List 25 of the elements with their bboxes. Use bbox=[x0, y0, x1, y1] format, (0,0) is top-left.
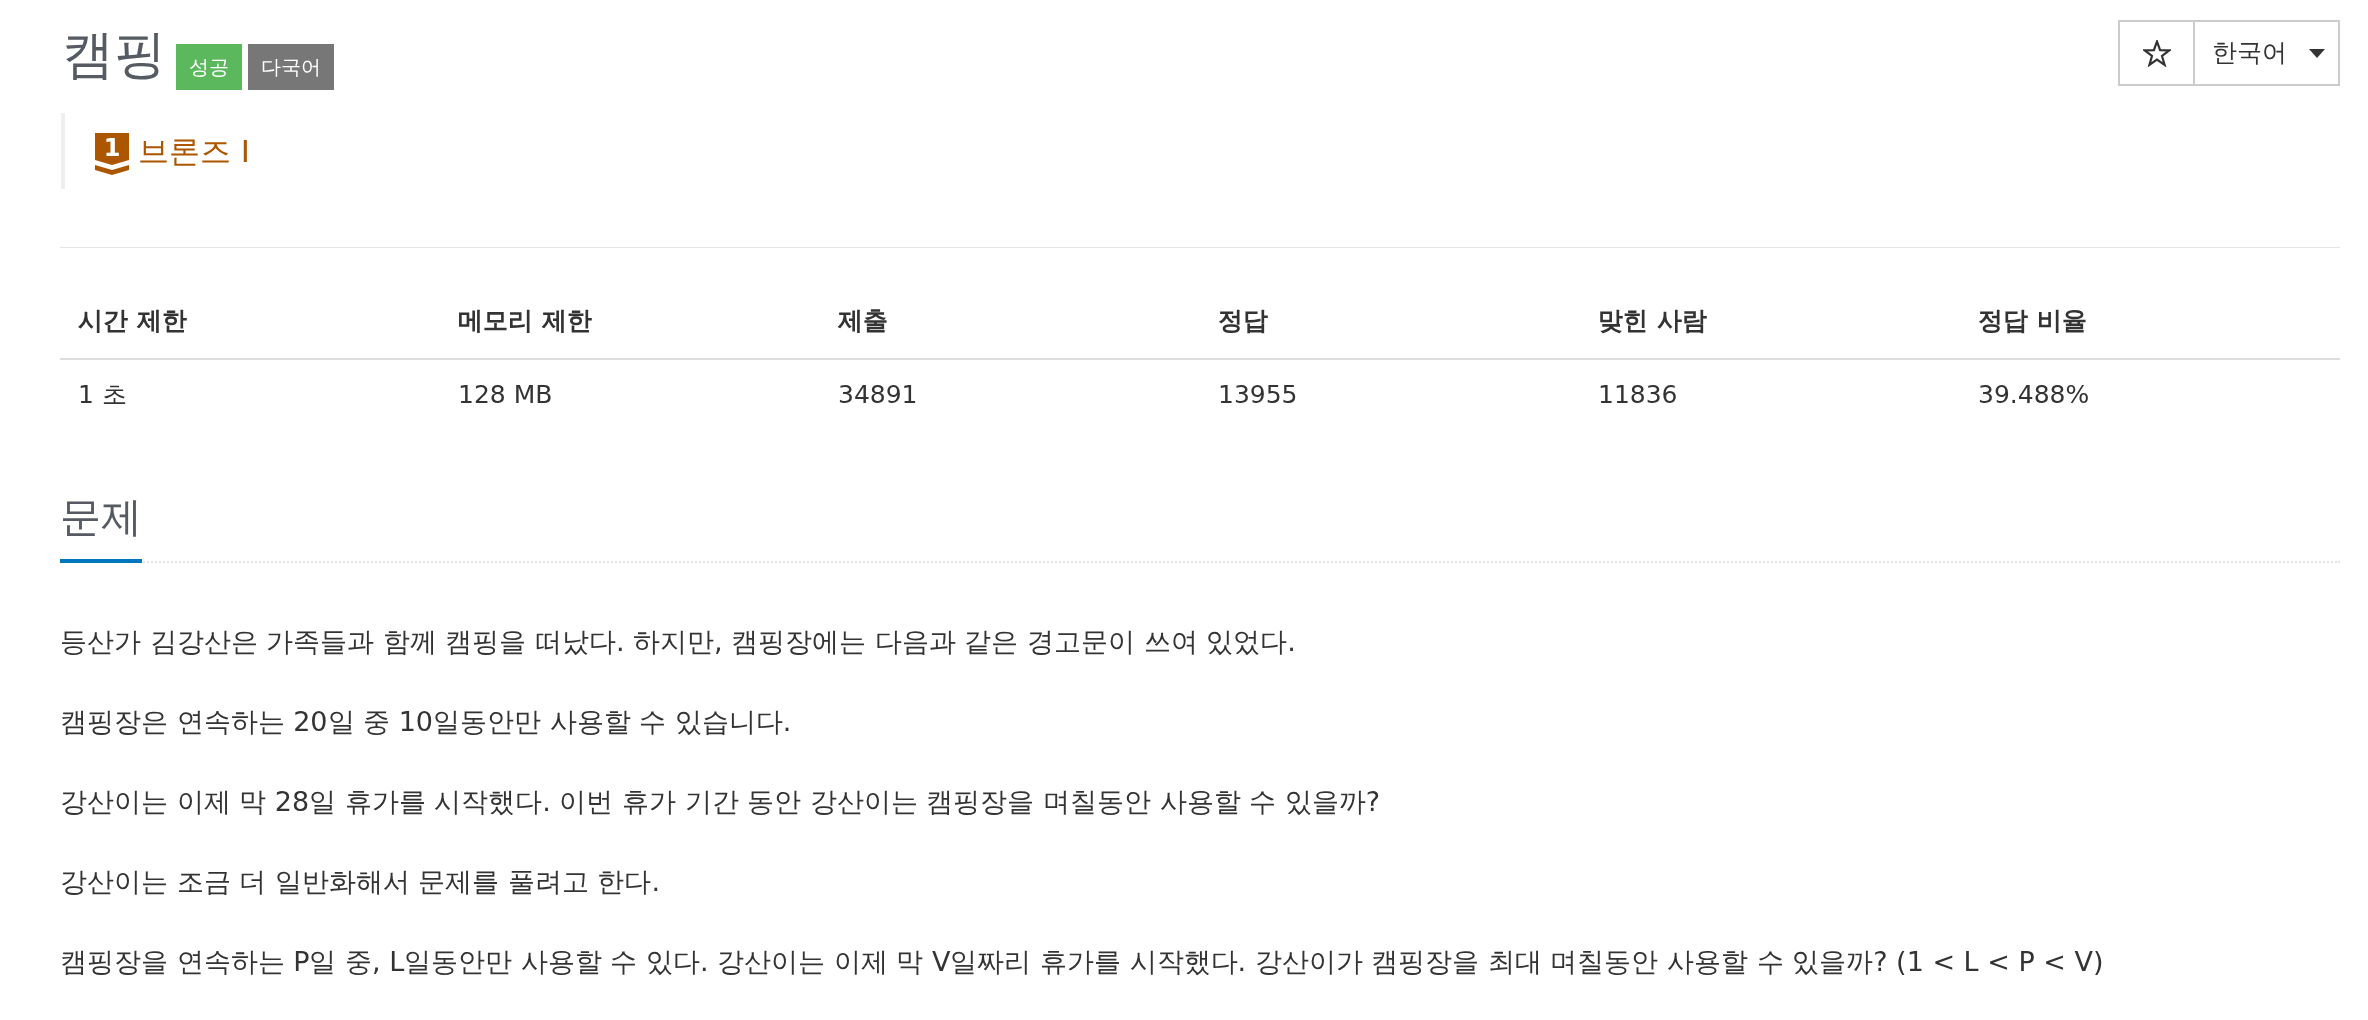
language-dropdown[interactable]: 한국어 bbox=[2193, 20, 2340, 86]
table-cell: 11836 bbox=[1580, 359, 1960, 429]
table-cell: 39.488% bbox=[1960, 359, 2340, 429]
caret-icon bbox=[2309, 48, 2325, 58]
problem-paragraph: 등산가 김강산은 가족들과 함께 캠핑을 떠났다. 하지만, 캠핑장에는 다음과 같은 경고문이 쓰여 있었다. bbox=[60, 625, 1297, 659]
column-header: 시간 제한 bbox=[60, 284, 440, 359]
tier-link[interactable]: 브론즈 I bbox=[138, 131, 250, 171]
status-label: 성공 bbox=[176, 44, 242, 90]
problem-paragraph: 캠핑장은 연속하는 20일 중 10일동안만 사용할 수 있습니다. bbox=[60, 705, 793, 739]
table-cell: 128 MB bbox=[440, 359, 820, 429]
column-header: 메모리 제한 bbox=[440, 284, 820, 359]
table-cell: 13955 bbox=[1200, 359, 1580, 429]
column-header: 맞힌 사람 bbox=[1580, 284, 1960, 359]
problem-title: 캠핑 bbox=[62, 26, 166, 83]
problem-paragraph: 캠핑장을 연속하는 P일 중, L일동안만 사용할 수 있다. 강산이는 이제 막 V일짜리 휴가를 시작했다. 강산이가 캠핑장을 최대 며칠동안 사용할 수 있을까? (1 < L < P < V) bbox=[60, 945, 2105, 979]
column-header: 제출 bbox=[820, 284, 1200, 359]
problem-paragraph: 강산이는 조금 더 일반화해서 문제를 풀려고 한다. bbox=[60, 865, 662, 899]
language-label: 다국어 bbox=[248, 44, 334, 90]
section-heading: 문제 bbox=[60, 493, 142, 563]
column-header: 정답 비율 bbox=[1960, 284, 2340, 359]
table-cell: 34891 bbox=[820, 359, 1200, 429]
star-button[interactable] bbox=[2118, 20, 2195, 86]
table-cell: 1 초 bbox=[60, 359, 440, 429]
column-header: 정답 bbox=[1200, 284, 1580, 359]
problem-paragraph: 강산이는 이제 막 28일 휴가를 시작했다. 이번 휴가 기간 동안 강산이는 캠핑장을 며칠동안 사용할 수 있을까? bbox=[60, 785, 1381, 819]
